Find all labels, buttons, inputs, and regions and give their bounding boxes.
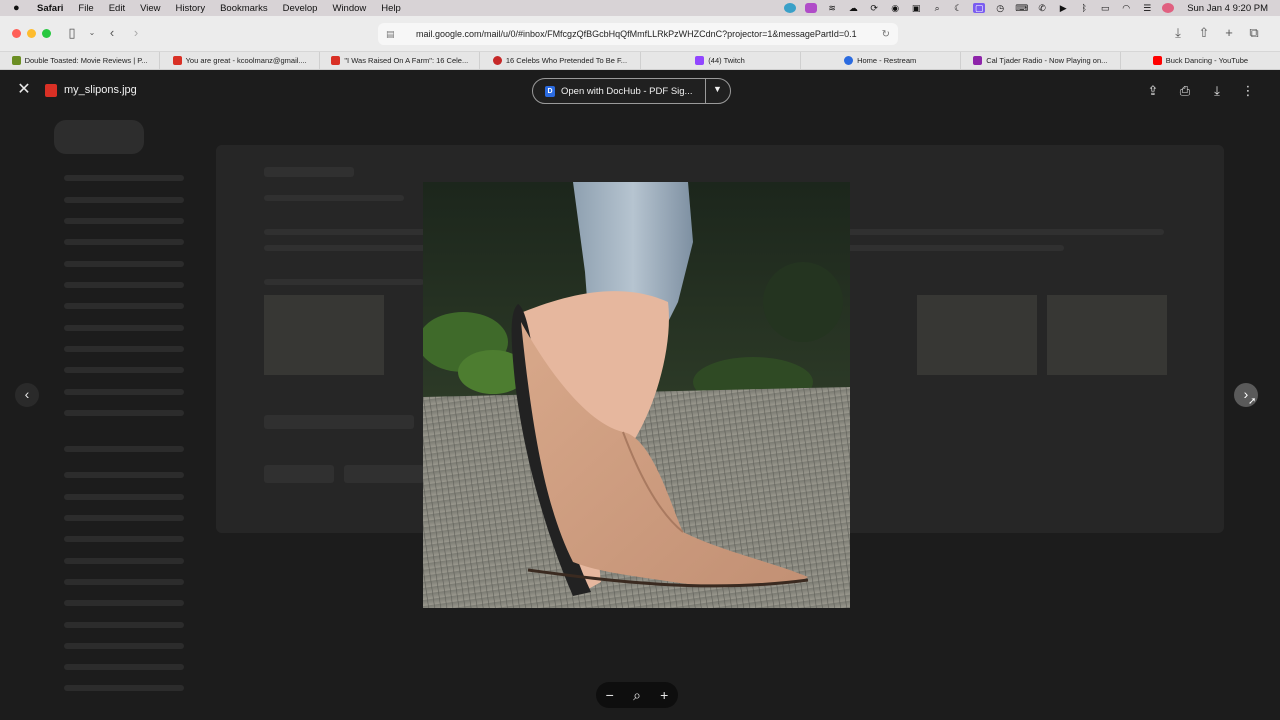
control-center-icon[interactable]: ☰: [1141, 3, 1153, 13]
menu-window[interactable]: Window: [332, 3, 366, 14]
zoom-controls: − ⌕ +: [596, 682, 678, 708]
zoom-out-icon[interactable]: −: [606, 687, 614, 703]
timer-icon[interactable]: ◷: [994, 3, 1006, 13]
favicon-icon: [973, 56, 983, 65]
open-with-divider: [705, 79, 706, 103]
gmail-favicon-icon: [331, 56, 341, 65]
menu-file[interactable]: File: [78, 3, 93, 14]
close-viewer-icon[interactable]: ✕: [16, 82, 32, 98]
colorful-app-icon[interactable]: [784, 3, 797, 13]
print-icon[interactable]: ⎙: [1177, 83, 1193, 99]
moon-icon[interactable]: ☾: [952, 3, 964, 13]
zoom-icon[interactable]: ⌕: [633, 687, 641, 704]
attachment-thumbnail: [264, 295, 384, 375]
menu-history[interactable]: History: [176, 3, 206, 14]
attachment-file-name: my_slipons.jpg: [64, 84, 137, 96]
user-avatar-icon[interactable]: [1162, 3, 1175, 13]
zoom-in-icon[interactable]: +: [660, 687, 668, 703]
forward-arrow-icon[interactable]: ›: [128, 25, 144, 41]
share-icon[interactable]: ⇧: [1196, 25, 1212, 41]
attachment-image: [423, 182, 850, 608]
reload-icon[interactable]: ↻: [882, 29, 890, 40]
keyboard-icon[interactable]: ⌨: [1015, 3, 1028, 13]
close-window-button[interactable]: [12, 29, 21, 38]
phone-icon[interactable]: ✆: [1036, 3, 1048, 13]
attachment-viewer: ✕ my_slipons.jpg D Open with DocHub - PD…: [0, 70, 1280, 720]
mouse-pointer-icon: ➚: [1248, 396, 1257, 407]
twitch-favicon-icon: [695, 56, 705, 65]
apple-menu-icon[interactable]: ●: [13, 2, 25, 14]
youtube-favicon-icon: [1152, 56, 1162, 65]
favicon-icon: [11, 56, 21, 65]
sidebar-menu-chevron-icon[interactable]: ⌄: [84, 25, 100, 41]
favorite-tab[interactable]: (44) Twitch: [641, 51, 801, 70]
favorite-tab[interactable]: 16 Celebs Who Pretended To Be F...: [480, 51, 641, 70]
bluetooth-icon[interactable]: ᛒ: [1078, 3, 1090, 13]
clipboard-icon[interactable]: ▣: [910, 3, 922, 13]
status-area: ≋ ☁ ⟳ ◉ ▣ ⌕ ☾ ▢ ◷ ⌨ ✆ ▶ ᛒ ▭ ◠ ☰ Sun Jan …: [784, 0, 1268, 16]
viewer-header: ✕ my_slipons.jpg D Open with DocHub - PD…: [0, 70, 1280, 112]
wifi-icon[interactable]: ◠: [1120, 3, 1132, 13]
dropdown-arrow-icon[interactable]: ▼: [713, 84, 722, 94]
open-with-label: Open with DocHub - PDF Sig...: [561, 85, 693, 97]
attachment-thumbnail: [1047, 295, 1167, 375]
favorite-tab[interactable]: Double Toasted: Movie Reviews | P...: [0, 51, 161, 70]
favorite-tab[interactable]: Cal Tjader Radio - Now Playing on...: [961, 51, 1121, 70]
menu-help[interactable]: Help: [381, 3, 401, 14]
attachment-thumbnail: [917, 295, 1037, 375]
menu-safari[interactable]: Safari: [37, 3, 63, 14]
add-to-drive-icon[interactable]: ⇪: [1145, 83, 1161, 99]
cloud-icon[interactable]: ☁: [847, 3, 859, 13]
search-icon[interactable]: ⌕: [931, 3, 943, 13]
image-file-icon: [45, 84, 57, 97]
more-options-icon[interactable]: ⋮: [1240, 83, 1256, 99]
menu-view[interactable]: View: [140, 3, 160, 14]
sync-icon[interactable]: ⟳: [868, 3, 880, 13]
layers-icon[interactable]: ≋: [826, 3, 838, 13]
page-icon: ▤: [386, 28, 395, 39]
favorite-tab[interactable]: Home - Restream: [801, 51, 961, 70]
url-text[interactable]: mail.google.com/mail/u/0/#inbox/FMfcgzQf…: [416, 29, 857, 39]
calendar-badge-icon[interactable]: [805, 3, 818, 13]
previous-attachment-button[interactable]: ‹: [15, 383, 39, 407]
favorite-tab[interactable]: You are great - kcoolmanz@gmail....: [160, 51, 321, 70]
menu-develop[interactable]: Develop: [283, 3, 318, 14]
menu-bookmarks[interactable]: Bookmarks: [220, 3, 268, 14]
record-icon[interactable]: ◉: [889, 3, 901, 13]
favorite-tab[interactable]: Buck Dancing - YouTube: [1121, 52, 1280, 70]
dochub-icon: D: [545, 85, 555, 97]
back-arrow-icon[interactable]: ‹: [104, 25, 120, 41]
favicon-icon: [492, 56, 502, 65]
menu-edit[interactable]: Edit: [109, 3, 125, 14]
screen-mirror-icon[interactable]: ▢: [973, 3, 986, 13]
tab-overview-icon[interactable]: ⧉: [1246, 25, 1262, 41]
download-icon[interactable]: ⤓: [1209, 83, 1225, 99]
sidebar-toggle-icon[interactable]: ▯: [64, 25, 80, 41]
favorite-tab[interactable]: "I Was Raised On A Farm": 16 Cele...: [320, 51, 481, 70]
battery-icon[interactable]: ▭: [1099, 3, 1111, 13]
new-tab-icon[interactable]: +: [1221, 25, 1237, 41]
slip-on-shoe-photo: [423, 182, 850, 608]
minimize-window-button[interactable]: [27, 29, 36, 38]
safari-toolbar: ▯ ⌄ ‹ › ▤ mail.google.com/mail/u/0/#inbo…: [0, 16, 1280, 52]
window-controls: [12, 29, 51, 38]
downloads-icon[interactable]: ⤓: [1170, 25, 1186, 41]
play-icon[interactable]: ▶: [1057, 3, 1069, 13]
gmail-favicon-icon: [172, 56, 182, 65]
open-with-button[interactable]: D Open with DocHub - PDF Sig... ▼: [532, 78, 731, 104]
macos-menu-bar: ● Safari File Edit View History Bookmark…: [0, 0, 1280, 16]
menubar-clock[interactable]: Sun Jan 4 9:20 PM: [1187, 3, 1268, 14]
restream-favicon-icon: [844, 56, 854, 65]
zoom-window-button[interactable]: [42, 29, 51, 38]
favorites-bar: Double Toasted: Movie Reviews | P... You…: [0, 51, 1280, 70]
address-bar[interactable]: ▤ mail.google.com/mail/u/0/#inbox/FMfcgz…: [378, 23, 898, 45]
